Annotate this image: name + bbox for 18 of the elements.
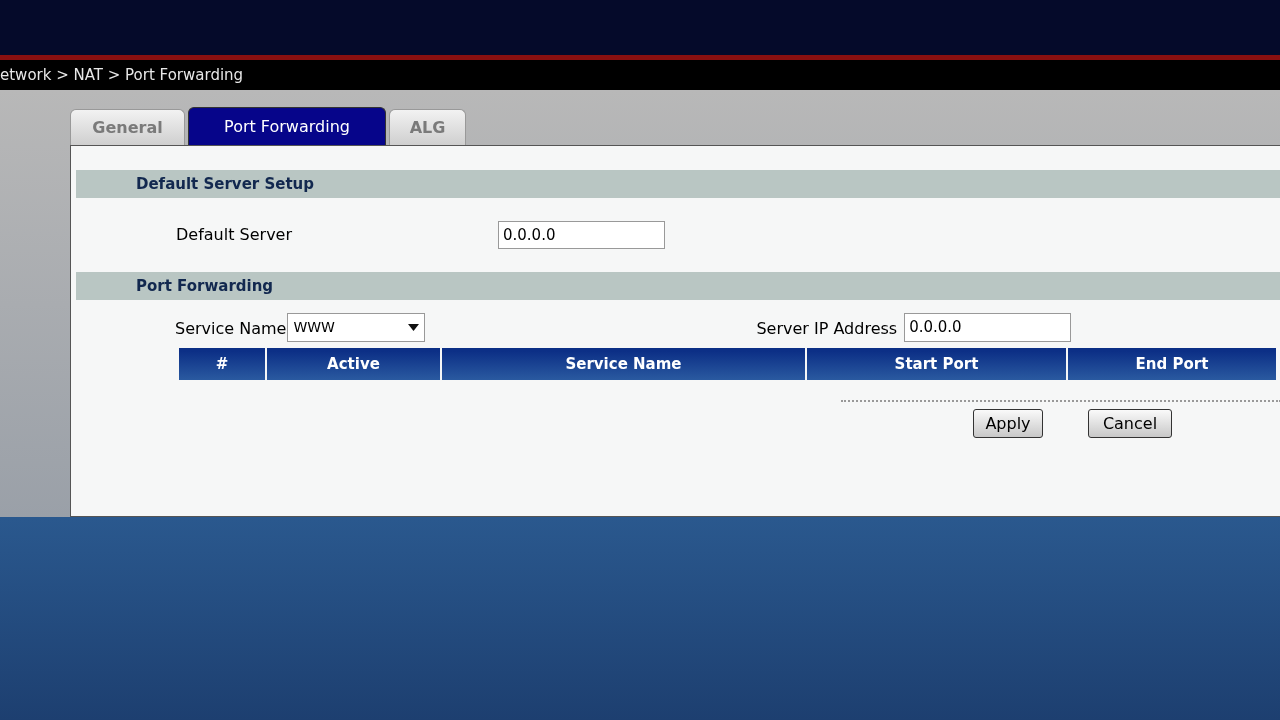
caret-icon [408,323,420,331]
column-header: Active [267,348,440,380]
breadcrumb: etwork > NAT > Port Forwarding [0,64,244,86]
section-title: Port Forwarding [136,275,274,297]
section-title: Default Server Setup [136,173,314,195]
field-label: Default Server [176,224,293,246]
field-label: Service Name [175,318,287,340]
tab[interactable]: Port Forwarding [188,107,386,145]
action-button[interactable]: Apply [973,409,1043,438]
server-ip-field[interactable]: 0.0.0.0 [904,312,1072,342]
column-header: Service Name [442,348,805,380]
column-header: Start Port [807,348,1066,380]
column-header: End Port [1068,348,1276,380]
field-label: Server IP Address [756,318,898,340]
service-name-dropdown[interactable]: WWW [287,312,426,342]
default-server-field[interactable]: 0.0.0.0 [498,221,665,249]
column-header: # [179,348,265,380]
action-button[interactable]: Cancel [1088,409,1172,438]
